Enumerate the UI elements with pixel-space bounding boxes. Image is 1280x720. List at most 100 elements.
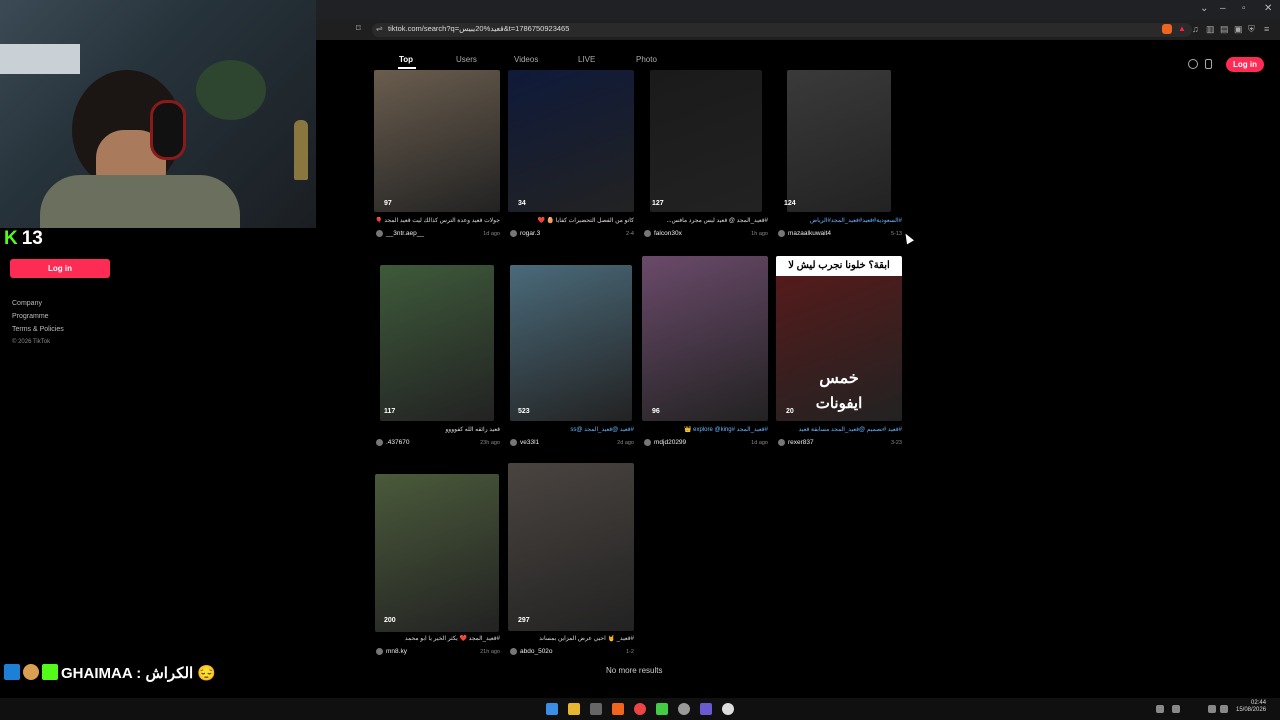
menu-icon[interactable]: ≡ bbox=[1264, 24, 1269, 34]
video-author[interactable]: mdjd20299 bbox=[644, 439, 686, 446]
sidebar-icon[interactable]: ▥ bbox=[1206, 24, 1215, 35]
sidebar-link-company[interactable]: Company bbox=[12, 300, 42, 307]
sidebar-link-terms[interactable]: Terms & Policies bbox=[12, 326, 64, 333]
settings-icon[interactable] bbox=[678, 703, 690, 715]
compass-icon[interactable] bbox=[1188, 59, 1198, 69]
sidebar-login-button[interactable]: Log in bbox=[10, 259, 110, 278]
post-time: 5-13 bbox=[890, 231, 902, 237]
volume-icon[interactable] bbox=[1220, 705, 1228, 713]
rewards-icon[interactable]: ▲ bbox=[1178, 24, 1186, 33]
author-name: ve33l1 bbox=[520, 439, 540, 447]
url-text: tiktok.com/search?q=قعيد%20يبيس&t=178675… bbox=[388, 24, 570, 33]
like-count: 200 bbox=[384, 617, 396, 624]
video-caption[interactable]: #قعيد_المجد ❤️ يكثر الخير يا ابو محمد bbox=[374, 635, 500, 642]
video-author[interactable]: __3ntr.aep__ bbox=[376, 230, 424, 237]
avatar bbox=[510, 648, 517, 655]
brave-shield-icon[interactable] bbox=[1162, 24, 1172, 34]
system-clock[interactable]: 02:44 15/08/2026 bbox=[1236, 700, 1266, 714]
trophy bbox=[294, 120, 308, 180]
chevron-down-icon[interactable]: ⌄ bbox=[1200, 3, 1208, 14]
vpn-icon[interactable]: ⛨ bbox=[1248, 24, 1255, 35]
video-author[interactable]: mn8.ky bbox=[376, 648, 407, 655]
video-author[interactable]: .437670 bbox=[376, 439, 410, 446]
video-thumbnail[interactable]: ابقة؟ خلونا نجرب ليش لا خمس ايفونات bbox=[776, 256, 902, 421]
author-name: mazaalkuwait4 bbox=[788, 230, 831, 238]
obs-icon[interactable] bbox=[722, 703, 734, 715]
badge-icon bbox=[4, 664, 20, 680]
header-login-button[interactable]: Log in bbox=[1226, 57, 1264, 72]
tray-chevron-icon[interactable] bbox=[1156, 705, 1164, 713]
video-thumbnail[interactable] bbox=[642, 256, 768, 421]
tab-live[interactable]: LIVE bbox=[578, 55, 595, 64]
brave-browser-icon[interactable] bbox=[612, 703, 624, 715]
sidebar-link-programme[interactable]: Programme bbox=[12, 313, 49, 320]
discord-icon[interactable] bbox=[700, 703, 712, 715]
avatar bbox=[778, 439, 785, 446]
video-author[interactable]: ve33l1 bbox=[510, 439, 539, 446]
tab-videos[interactable]: Videos bbox=[514, 55, 538, 64]
like-count: 20 bbox=[786, 408, 794, 415]
video-thumbnail[interactable] bbox=[510, 265, 632, 421]
tab-underline bbox=[398, 67, 416, 69]
file-explorer-icon[interactable] bbox=[568, 703, 580, 715]
video-thumbnail[interactable] bbox=[508, 70, 634, 212]
video-thumbnail[interactable] bbox=[787, 70, 891, 212]
avatar bbox=[376, 439, 383, 446]
post-time: 23h ago bbox=[480, 440, 500, 446]
video-thumbnail[interactable] bbox=[380, 265, 494, 421]
video-caption[interactable]: #قعيد_المجد #explore @king 👑 bbox=[642, 426, 768, 433]
video-caption[interactable]: #قعيد @قعيد_المجد @ss bbox=[508, 426, 634, 433]
video-thumbnail[interactable] bbox=[374, 70, 500, 212]
video-caption[interactable]: كاتو من الفصل التحضيرات كفاياً 🥚 ❤️ bbox=[508, 217, 635, 224]
author-name: abdo_502o bbox=[520, 648, 553, 656]
network-icon[interactable] bbox=[1208, 705, 1216, 713]
video-caption[interactable]: قعيد رائقه الله كفوووو bbox=[374, 426, 500, 433]
video-author[interactable]: rogar.3 bbox=[510, 230, 540, 237]
site-info-icon[interactable]: ⇌ bbox=[376, 24, 383, 33]
video-caption[interactable]: #قعيد_ 🤘 احيي عرض المزاين بمساند bbox=[508, 635, 634, 642]
avatar bbox=[778, 230, 785, 237]
tab-photo[interactable]: Photo bbox=[636, 55, 657, 64]
author-name: mn8.ky bbox=[386, 648, 407, 656]
maximize-icon[interactable]: ▫ bbox=[1242, 3, 1246, 14]
avatar bbox=[510, 439, 517, 446]
music-icon[interactable]: ♫ bbox=[1192, 24, 1199, 34]
tabs-icon[interactable]: ▤ bbox=[1220, 24, 1229, 35]
video-thumbnail[interactable] bbox=[508, 463, 634, 631]
close-icon[interactable]: ✕ bbox=[1264, 3, 1272, 14]
video-caption[interactable]: #قعيد #تصميم @قعيد_المجد مسابقة قعيد bbox=[776, 426, 902, 433]
phone-icon[interactable] bbox=[1205, 59, 1212, 69]
video-author[interactable]: rexer837 bbox=[778, 439, 814, 446]
author-name: falcon30x bbox=[654, 230, 682, 238]
viewer-counter: K 13 bbox=[4, 228, 43, 250]
like-count: 523 bbox=[518, 408, 530, 415]
overlay-text-top: ابقة؟ خلونا نجرب ليش لا bbox=[776, 256, 902, 276]
video-author[interactable]: falcon30x bbox=[644, 230, 682, 237]
clock-date: 15/08/2026 bbox=[1236, 707, 1267, 713]
video-caption[interactable]: #قعيد_المجد @ قعيد ليس مجرد مافس... bbox=[642, 217, 768, 224]
windows-start-icon[interactable] bbox=[546, 703, 558, 715]
mic-icon[interactable] bbox=[1172, 705, 1180, 713]
wallet-icon[interactable]: ▣ bbox=[1234, 24, 1243, 35]
video-author[interactable]: abdo_502o bbox=[510, 648, 553, 655]
video-caption[interactable]: #السعودية#قعيد#قعيد_المجد#الرياض bbox=[776, 217, 902, 224]
video-caption[interactable]: جولات قعيد وعدة الترس كذالك ليت قعيد الم… bbox=[374, 217, 500, 224]
url-field[interactable]: ⇌ tiktok.com/search?q=قعيد%20يبيس&t=1786… bbox=[372, 23, 1192, 37]
overlay-text-iphones: ايفونات bbox=[815, 395, 863, 412]
video-author[interactable]: mazaalkuwait4 bbox=[778, 230, 831, 237]
video-thumbnail[interactable] bbox=[375, 474, 499, 632]
bookmark-icon[interactable]: ⌑ bbox=[356, 23, 361, 34]
kick-logo-icon: K bbox=[4, 228, 18, 249]
like-count: 124 bbox=[784, 200, 796, 207]
clock-time: 02:44 bbox=[1251, 700, 1267, 706]
minimize-icon[interactable]: – bbox=[1220, 3, 1226, 14]
app-icon[interactable] bbox=[656, 703, 668, 715]
post-time: 2d ago bbox=[617, 440, 634, 446]
author-name: mdjd20299 bbox=[654, 439, 687, 447]
chrome-icon[interactable] bbox=[634, 703, 646, 715]
tab-users[interactable]: Users bbox=[456, 55, 477, 64]
calendar-icon[interactable] bbox=[590, 703, 602, 715]
tab-top[interactable]: Top bbox=[399, 55, 413, 64]
chat-message: GHAIMAA : الكراش 😔 bbox=[4, 664, 216, 682]
video-thumbnail[interactable] bbox=[650, 70, 762, 212]
